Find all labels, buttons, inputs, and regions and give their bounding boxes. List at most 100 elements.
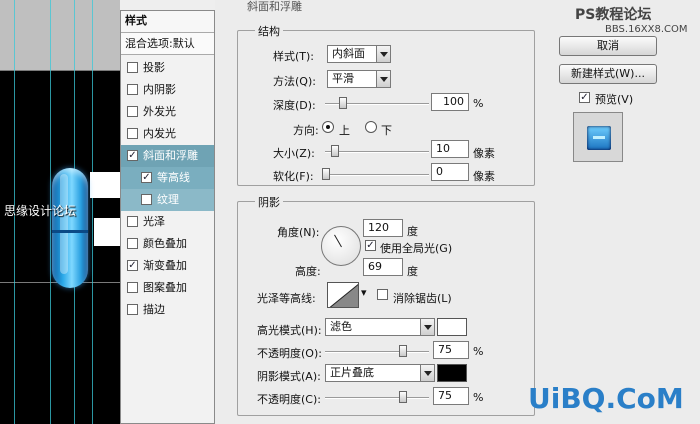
preview-swatch xyxy=(587,126,611,150)
checkbox[interactable] xyxy=(127,128,138,139)
slider-thumb[interactable] xyxy=(322,168,330,180)
style-item-pattern-overlay[interactable]: 图案叠加 xyxy=(121,277,214,299)
chevron-down-icon xyxy=(420,319,434,335)
shadow-color-swatch[interactable] xyxy=(437,364,467,382)
slider-thumb[interactable] xyxy=(331,145,339,157)
style-item-texture[interactable]: 纹理 xyxy=(121,189,214,211)
style-item-outer-glow[interactable]: 外发光 xyxy=(121,101,214,123)
canvas-shape xyxy=(90,172,120,198)
direction-down-radio[interactable] xyxy=(365,121,377,133)
direction-down-label: 下 xyxy=(381,124,392,137)
technique-select[interactable]: 平滑 xyxy=(327,70,391,88)
technique-select-value: 平滑 xyxy=(332,72,354,85)
checkbox[interactable] xyxy=(127,216,138,227)
style-item-label: 渐变叠加 xyxy=(143,259,187,272)
altitude-input[interactable]: 69 xyxy=(363,258,403,276)
depth-unit: % xyxy=(473,97,484,110)
style-item-label: 纹理 xyxy=(157,193,179,206)
highlight-opacity-label: 不透明度(O): xyxy=(257,347,322,360)
style-item-label: 内阴影 xyxy=(143,83,176,96)
guide-line xyxy=(0,70,120,71)
slider-thumb[interactable] xyxy=(399,391,407,403)
size-input[interactable]: 10 xyxy=(431,140,469,158)
checkbox-checked[interactable]: ✓ xyxy=(127,150,138,161)
angle-unit: 度 xyxy=(407,225,418,238)
soften-label: 软化(F): xyxy=(273,170,314,183)
angle-input[interactable]: 120 xyxy=(363,219,403,237)
style-item-stroke[interactable]: 描边 xyxy=(121,299,214,321)
highlight-mode-value: 滤色 xyxy=(330,320,352,333)
depth-input[interactable]: 100 xyxy=(431,93,469,111)
style-item-satin[interactable]: 光泽 xyxy=(121,211,214,233)
style-item-inner-glow[interactable]: 内发光 xyxy=(121,123,214,145)
checkbox-checked[interactable]: ✓ xyxy=(141,172,152,183)
soften-input[interactable]: 0 xyxy=(431,163,469,181)
style-item-contour[interactable]: ✓ 等高线 xyxy=(121,167,214,189)
altitude-unit: 度 xyxy=(407,265,418,278)
highlight-color-swatch[interactable] xyxy=(437,318,467,336)
shadow-mode-select[interactable]: 正片叠底 xyxy=(325,364,435,382)
shadow-opacity-slider[interactable] xyxy=(325,391,429,403)
technique-label: 方法(Q): xyxy=(273,75,316,88)
depth-slider[interactable] xyxy=(325,97,429,109)
style-item-label: 内发光 xyxy=(143,127,176,140)
styles-list-panel: 样式 混合选项:默认 投影 内阴影 外发光 内发光 ✓ 斜面和浮雕 ✓ 等高线 … xyxy=(120,10,215,424)
uibq-logo: UiBQ.CoM xyxy=(528,382,684,415)
style-item-color-overlay[interactable]: 颜色叠加 xyxy=(121,233,214,255)
slider-thumb[interactable] xyxy=(399,345,407,357)
style-item-gradient-overlay[interactable]: ✓ 渐变叠加 xyxy=(121,255,214,277)
style-preview-thumbnail xyxy=(573,112,623,162)
slider-thumb[interactable] xyxy=(339,97,347,109)
anti-alias-checkbox[interactable] xyxy=(377,289,388,300)
shadow-opacity-input[interactable]: 75 xyxy=(433,387,469,405)
style-item-label: 图案叠加 xyxy=(143,281,187,294)
checkbox[interactable] xyxy=(141,194,152,205)
anti-alias-label: 消除锯齿(L) xyxy=(393,292,452,305)
global-light-label: 使用全局光(G) xyxy=(380,242,453,255)
style-item-label: 投影 xyxy=(143,61,165,74)
site-watermark: PS教程论坛 xyxy=(575,7,652,23)
canvas-top-area xyxy=(0,0,120,70)
shadow-opacity-label: 不透明度(C): xyxy=(257,393,321,406)
checkbox[interactable] xyxy=(127,304,138,315)
direction-up-radio[interactable] xyxy=(322,121,334,133)
style-item-inner-shadow[interactable]: 内阴影 xyxy=(121,79,214,101)
angle-label: 角度(N): xyxy=(277,226,320,239)
style-item-label: 颜色叠加 xyxy=(143,237,187,250)
soften-unit: 像素 xyxy=(473,170,495,183)
soften-slider[interactable] xyxy=(322,168,429,180)
styles-header[interactable]: 样式 xyxy=(121,11,214,33)
style-item-label: 光泽 xyxy=(143,215,165,228)
document-canvas: 思缘设计论坛 xyxy=(0,0,120,424)
style-select[interactable]: 内斜面 xyxy=(327,45,391,63)
checkbox-checked[interactable]: ✓ xyxy=(127,260,138,271)
checkbox[interactable] xyxy=(127,84,138,95)
checkbox[interactable] xyxy=(127,282,138,293)
cancel-button[interactable]: 取消 xyxy=(559,36,657,56)
global-light-checkbox[interactable]: ✓ xyxy=(365,240,376,251)
style-label: 样式(T): xyxy=(273,50,315,63)
style-item-label: 等高线 xyxy=(157,171,190,184)
shadow-mode-label: 阴影模式(A): xyxy=(257,370,321,383)
gloss-contour-picker[interactable] xyxy=(327,282,359,308)
site-url-watermark: BBS.16XX8.COM xyxy=(605,24,688,35)
blending-options-item[interactable]: 混合选项:默认 xyxy=(121,33,214,55)
preview-label: 预览(V) xyxy=(595,93,634,106)
size-slider[interactable] xyxy=(325,145,429,157)
highlight-opacity-input[interactable]: 75 xyxy=(433,341,469,359)
highlight-mode-select[interactable]: 滤色 xyxy=(325,318,435,336)
new-style-button[interactable]: 新建样式(W)... xyxy=(559,64,657,84)
checkbox[interactable] xyxy=(127,106,138,117)
angle-dial[interactable] xyxy=(321,226,361,266)
style-item-drop-shadow[interactable]: 投影 xyxy=(121,57,214,79)
direction-up-label: 上 xyxy=(339,124,350,137)
checkbox[interactable] xyxy=(127,62,138,73)
altitude-label: 高度: xyxy=(295,265,321,278)
guide-line xyxy=(92,0,93,424)
chevron-down-icon xyxy=(376,46,390,62)
highlight-opacity-slider[interactable] xyxy=(325,345,429,357)
checkbox[interactable] xyxy=(127,238,138,249)
preview-checkbox[interactable]: ✓ xyxy=(579,92,590,103)
chevron-down-icon[interactable]: ▾ xyxy=(361,286,369,299)
style-item-bevel-emboss[interactable]: ✓ 斜面和浮雕 xyxy=(121,145,214,167)
